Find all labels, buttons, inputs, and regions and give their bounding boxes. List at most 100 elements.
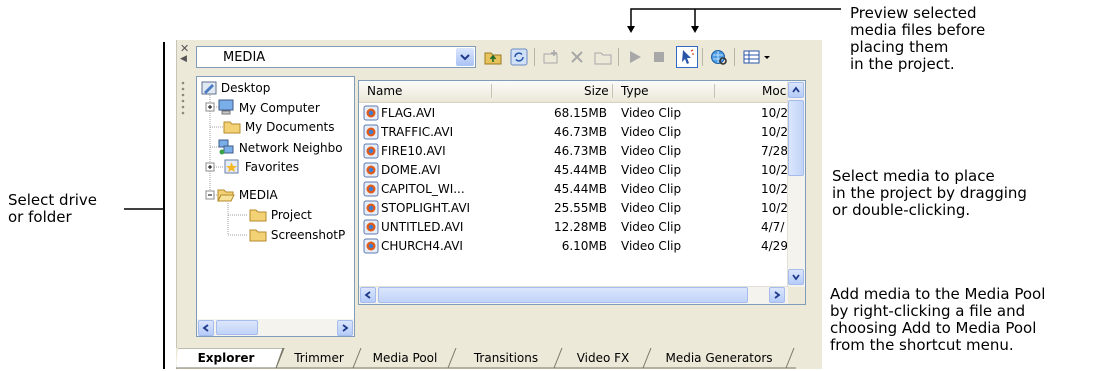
stop-icon[interactable] [648,46,670,68]
column-type[interactable]: Type [621,84,649,98]
scroll-corner [788,287,805,304]
path-dropdown[interactable]: MEDIA [196,46,476,68]
cell-modified: 4/29 [761,239,788,253]
video-file-icon [363,219,379,238]
scroll-left-icon[interactable] [198,320,214,336]
cell-type: Video Clip [621,201,682,215]
tab-video-fx[interactable]: Video FX [561,348,645,369]
favorites-icon [224,159,239,174]
tab-transitions[interactable]: Transitions [457,348,555,369]
cell-modified: 7/28 [761,144,788,158]
refresh-icon[interactable] [508,46,530,68]
chevron-down-icon[interactable] [456,48,474,66]
list-vscrollbar[interactable] [787,81,805,288]
video-file-icon [363,181,379,200]
video-file-icon [363,200,379,219]
video-file-icon [363,105,379,124]
cell-modified: 10/2 [761,201,788,215]
table-row[interactable]: UNTITLED.AVI 12.28MB Video Clip 4/7/ [359,218,789,237]
table-row[interactable]: FLAG.AVI 68.15MB Video Clip 10/2 [359,104,789,123]
cell-size: 12.28MB [554,220,607,234]
table-row[interactable]: CHURCH4.AVI 6.10MB Video Clip 4/29 [359,237,789,256]
add-media-callout: Add media to the Media Pool by right-cli… [830,285,1046,354]
tab-explorer[interactable]: Explorer [186,348,266,369]
cell-name: FLAG.AVI [381,106,436,120]
cell-name: UNTITLED.AVI [381,220,464,234]
tab-media-generators[interactable]: Media Generators [650,348,788,369]
cell-size: 6.10MB [561,239,607,253]
scroll-right-icon[interactable] [337,320,353,336]
cell-size: 45.44MB [554,163,607,177]
dock-grip[interactable]: ✕ ◀ [176,40,196,350]
views-icon[interactable] [742,46,772,68]
table-row[interactable]: DOME.AVI 45.44MB Video Clip 10/2 [359,161,789,180]
cell-size: 68.15MB [554,106,607,120]
video-file-icon [363,238,379,257]
cell-size: 46.73MB [554,144,607,158]
video-file-icon [363,124,379,143]
tab-trimmer[interactable]: Trimmer [284,348,354,369]
scroll-up-icon[interactable] [788,82,804,98]
table-row[interactable]: CAPITOL_WI... 45.44MB Video Clip 10/2 [359,180,789,199]
list-hscrollbar[interactable] [359,286,789,304]
table-row[interactable]: TRAFFIC.AVI 46.73MB Video Clip 10/2 [359,123,789,142]
auto-preview-icon[interactable] [676,46,698,68]
cell-modified: 10/2 [761,106,788,120]
tree-item-network[interactable]: Network Neighbo [217,139,343,155]
add-to-media-pool-icon[interactable] [540,46,562,68]
web-icon[interactable] [708,46,730,68]
cell-type: Video Clip [621,163,682,177]
tab-media-pool[interactable]: Media Pool [360,348,450,369]
tree-item-screenshotp[interactable]: ScreenshotP [249,227,345,243]
select-media-callout: Select media to place in the project by … [832,167,1027,219]
up-folder-icon[interactable] [482,46,504,68]
cell-name: CHURCH4.AVI [381,239,463,253]
folder-open-icon [217,189,235,202]
scroll-thumb[interactable] [378,287,748,303]
folder-icon [249,229,267,242]
scroll-left-icon[interactable] [360,287,376,303]
cell-type: Video Clip [621,125,682,139]
tree-item-media[interactable]: MEDIA [217,187,278,203]
play-icon[interactable] [624,46,646,68]
cell-size: 46.73MB [554,125,607,139]
network-icon [218,139,234,155]
tree-item-favorites[interactable]: Favorites [223,159,299,175]
scroll-down-icon[interactable] [788,269,804,285]
new-folder-icon[interactable] [592,46,614,68]
grip-icon[interactable] [180,80,186,116]
column-size[interactable]: Size [584,84,609,98]
file-list: Name Size Type Moc FLAG.AVI 68.15MB Video … [358,80,806,305]
desktop-icon [201,81,217,95]
scroll-right-icon[interactable] [769,287,785,303]
tree-hscrollbar[interactable] [197,319,354,336]
collapse-icon[interactable]: ◀ [180,54,187,64]
tree-item-my-documents[interactable]: My Documents [223,119,335,135]
video-file-icon [363,143,379,162]
cell-type: Video Clip [621,239,682,253]
table-row[interactable]: STOPLIGHT.AVI 25.55MB Video Clip 10/2 [359,199,789,218]
list-header: Name Size Type Moc [359,81,805,103]
scroll-thumb[interactable] [788,100,804,176]
delete-icon[interactable] [566,46,588,68]
tree-item-my-computer[interactable]: My Computer [217,99,320,115]
cell-type: Video Clip [621,220,682,234]
folder-tree: Desktop My Computer My Documents Network… [196,76,355,337]
cell-modified: 10/2 [761,163,788,177]
cell-type: Video Clip [621,106,682,120]
explorer-toolbar: MEDIA [196,43,816,71]
cell-type: Video Clip [621,182,682,196]
column-name[interactable]: Name [367,84,402,98]
cell-modified: 4/7/ [761,220,785,234]
table-row[interactable]: FIRE10.AVI 46.73MB Video Clip 7/28 [359,142,789,161]
scroll-thumb[interactable] [216,320,258,335]
path-value: MEDIA [223,50,266,65]
cell-name: DOME.AVI [381,163,441,177]
cell-name: STOPLIGHT.AVI [381,201,471,215]
tree-item-desktop[interactable]: Desktop [201,80,270,96]
tree-item-project[interactable]: Project [249,207,312,223]
cell-name: TRAFFIC.AVI [381,125,454,139]
cell-type: Video Clip [621,144,682,158]
column-modified[interactable]: Moc [762,84,786,98]
cell-modified: 10/2 [761,182,788,196]
